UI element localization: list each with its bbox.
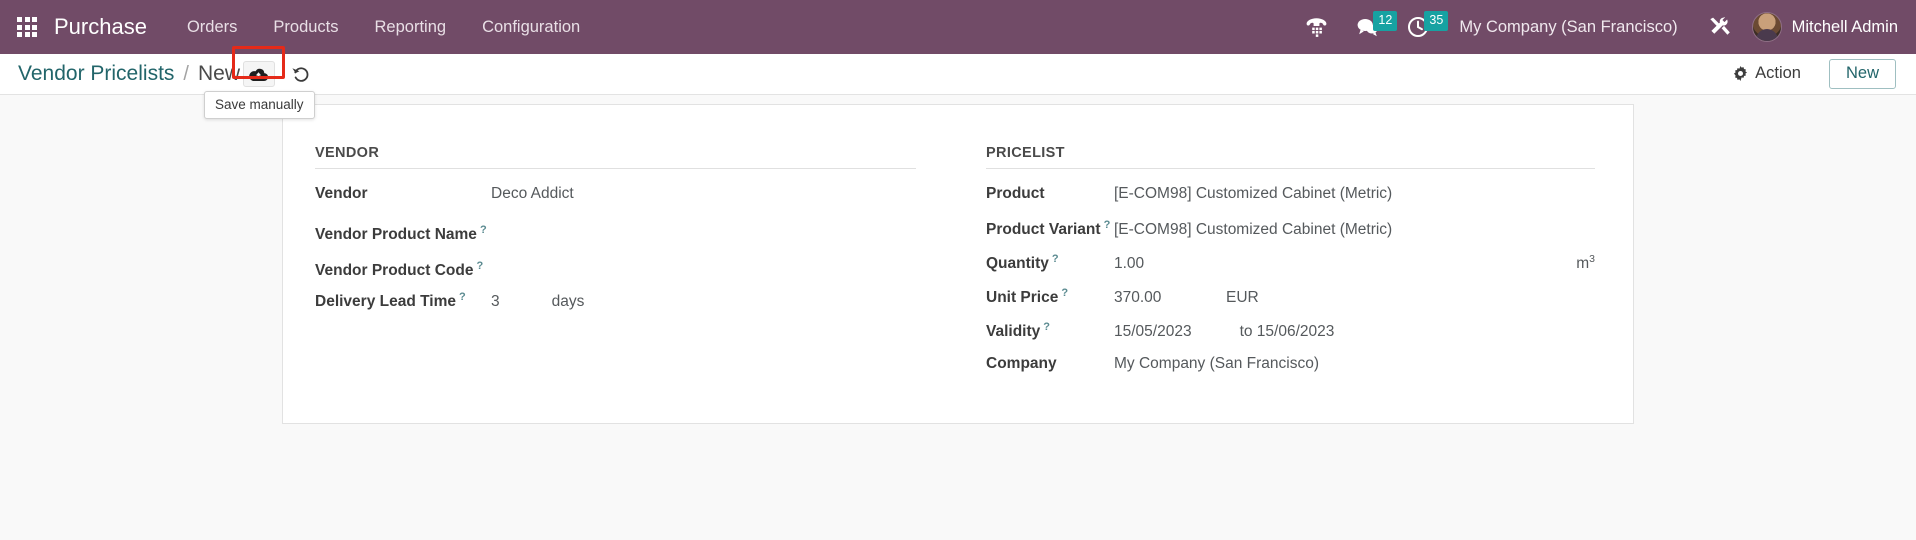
field-delivery-lead-time-label-text: Delivery Lead Time: [315, 293, 457, 311]
field-vendor-product-name-value[interactable]: [491, 219, 625, 239]
field-validity-end-date[interactable]: to 15/06/2023: [1240, 323, 1335, 341]
field-vendor-product-name-label: Vendor Product Name?: [315, 224, 491, 244]
breadcrumb-separator: /: [183, 62, 189, 85]
field-product-variant: Product Variant? [E-COM98] Customized Ca…: [986, 213, 1595, 247]
phone-dialpad-icon[interactable]: [1291, 0, 1342, 54]
field-product-variant-label-text: Product Variant: [986, 221, 1101, 239]
field-vendor-label-text: Vendor: [315, 185, 368, 202]
field-vendor-product-name-label-text: Vendor Product Name: [315, 226, 477, 243]
field-product-variant-value[interactable]: [E-COM98] Customized Cabinet (Metric): [1114, 221, 1392, 239]
field-vendor-product-code-value[interactable]: [491, 255, 625, 275]
help-tooltip-icon[interactable]: ?: [476, 260, 483, 272]
record-save-discard-group: Save manually: [203, 46, 315, 119]
avatar: [1751, 12, 1782, 42]
active-company-selector[interactable]: My Company (San Francisco): [1443, 18, 1693, 37]
field-quantity-value[interactable]: 1.00: [1114, 255, 1226, 273]
form-view-scroll-area: VENDOR Vendor Deco Addict Vendor Product…: [0, 95, 1916, 540]
field-validity-start-date[interactable]: 15/05/2023: [1114, 323, 1192, 341]
help-tooltip-icon[interactable]: ?: [1104, 219, 1111, 231]
action-menu-button[interactable]: Action: [1725, 61, 1809, 86]
sheet-columns: VENDOR Vendor Deco Addict Vendor Product…: [315, 145, 1601, 383]
field-quantity-uom: m3: [1552, 253, 1595, 273]
field-vendor-value[interactable]: Deco Addict: [491, 185, 625, 203]
discard-changes-button[interactable]: [289, 61, 313, 87]
field-company-label-text: Company: [986, 355, 1057, 372]
field-validity-label-text: Validity: [986, 323, 1041, 341]
field-product: Product [E-COM98] Customized Cabinet (Me…: [986, 179, 1595, 213]
save-manually-tooltip: Save manually: [203, 91, 315, 119]
app-brand-purchase[interactable]: Purchase: [54, 14, 147, 40]
field-quantity-uom-text: m: [1576, 255, 1590, 273]
user-menu[interactable]: Mitchell Admin: [1746, 12, 1898, 42]
developer-tools-icon[interactable]: [1694, 16, 1746, 38]
field-vendor-product-code-label: Vendor Product Code?: [315, 260, 491, 280]
main-menu: Orders Products Reporting Configuration: [169, 0, 598, 54]
help-tooltip-icon[interactable]: ?: [1043, 321, 1050, 333]
field-validity-label: Validity?: [986, 321, 1114, 341]
field-quantity-label-text: Quantity: [986, 255, 1049, 273]
field-unit-price: Unit Price? 370.00 EUR: [986, 281, 1595, 315]
user-name-label: Mitchell Admin: [1791, 17, 1898, 36]
field-product-label-text: Product: [986, 185, 1045, 202]
help-tooltip-icon[interactable]: ?: [459, 291, 466, 303]
vendor-group: VENDOR Vendor Deco Addict Vendor Product…: [315, 145, 958, 383]
field-delivery-lead-time: Delivery Lead Time? 3 days: [315, 285, 916, 319]
field-unit-price-label-text: Unit Price: [986, 289, 1059, 307]
field-product-variant-label: Product Variant?: [986, 219, 1114, 239]
field-quantity-label: Quantity?: [986, 253, 1114, 273]
breadcrumb: Vendor Pricelists / New: [18, 62, 240, 86]
field-vendor-product-code-label-text: Vendor Product Code: [315, 262, 474, 279]
field-company-label: Company: [986, 355, 1114, 373]
help-tooltip-icon[interactable]: ?: [1052, 253, 1059, 265]
help-tooltip-icon[interactable]: ?: [480, 224, 487, 236]
cloud-upload-icon: [249, 68, 269, 81]
field-validity: Validity? 15/05/2023 to 15/06/2023: [986, 315, 1595, 349]
pricelist-group-title: PRICELIST: [986, 145, 1595, 169]
undo-arrow-icon: [292, 67, 309, 82]
activities-clock-icon[interactable]: 35: [1393, 0, 1449, 54]
field-company-value[interactable]: My Company (San Francisco): [1114, 355, 1319, 373]
breadcrumb-current-record: New: [197, 62, 240, 85]
field-vendor-product-code: Vendor Product Code?: [315, 249, 916, 285]
menu-item-products[interactable]: Products: [255, 0, 356, 54]
activities-badge-count: 35: [1424, 11, 1449, 31]
field-unit-price-value[interactable]: 370.00: [1114, 289, 1226, 307]
action-menu-label: Action: [1755, 64, 1801, 83]
control-panel: Vendor Pricelists / New Save manually Ac…: [0, 46, 1916, 119]
record-sheet: VENDOR Vendor Deco Addict Vendor Product…: [282, 104, 1634, 424]
field-unit-price-label: Unit Price?: [986, 287, 1114, 307]
pricelist-group: PRICELIST Product [E-COM98] Customized C…: [958, 145, 1601, 383]
field-company: Company My Company (San Francisco): [986, 349, 1595, 383]
top-navbar: Purchase Orders Products Reporting Confi…: [0, 0, 1916, 54]
vendor-group-title: VENDOR: [315, 145, 916, 169]
menu-item-configuration[interactable]: Configuration: [464, 0, 598, 54]
apps-grid-icon[interactable]: [10, 10, 44, 44]
field-delivery-lead-time-unit: days: [551, 293, 585, 311]
field-delivery-lead-time-label: Delivery Lead Time?: [315, 291, 491, 311]
field-quantity: Quantity? 1.00 m3: [986, 247, 1595, 281]
apps-grid-glyph: [17, 17, 37, 37]
field-vendor-product-name: Vendor Product Name?: [315, 213, 916, 249]
field-vendor: Vendor Deco Addict: [315, 179, 916, 213]
breadcrumb-vendor-pricelists[interactable]: Vendor Pricelists: [18, 62, 174, 86]
control-panel-actions: Action New: [1725, 58, 1896, 90]
odoo-purchase-app: Purchase Orders Products Reporting Confi…: [0, 0, 1916, 540]
field-vendor-label: Vendor: [315, 185, 491, 203]
menu-item-reporting[interactable]: Reporting: [357, 0, 465, 54]
navbar-right-group: 12 35 My Company (San Francisco) Mitchel…: [1291, 0, 1898, 54]
menu-item-orders[interactable]: Orders: [169, 0, 255, 54]
save-manually-button[interactable]: [242, 61, 275, 87]
field-product-value[interactable]: [E-COM98] Customized Cabinet (Metric): [1114, 185, 1392, 203]
field-delivery-lead-time-value[interactable]: 3: [491, 293, 500, 311]
help-tooltip-icon[interactable]: ?: [1061, 287, 1068, 299]
gear-icon: [1733, 66, 1748, 82]
new-record-button[interactable]: New: [1828, 58, 1896, 90]
field-quantity-uom-exponent: 3: [1589, 253, 1595, 265]
field-product-label: Product: [986, 185, 1114, 203]
field-unit-price-currency: EUR: [1226, 289, 1259, 307]
messages-icon[interactable]: 12: [1342, 0, 1398, 54]
